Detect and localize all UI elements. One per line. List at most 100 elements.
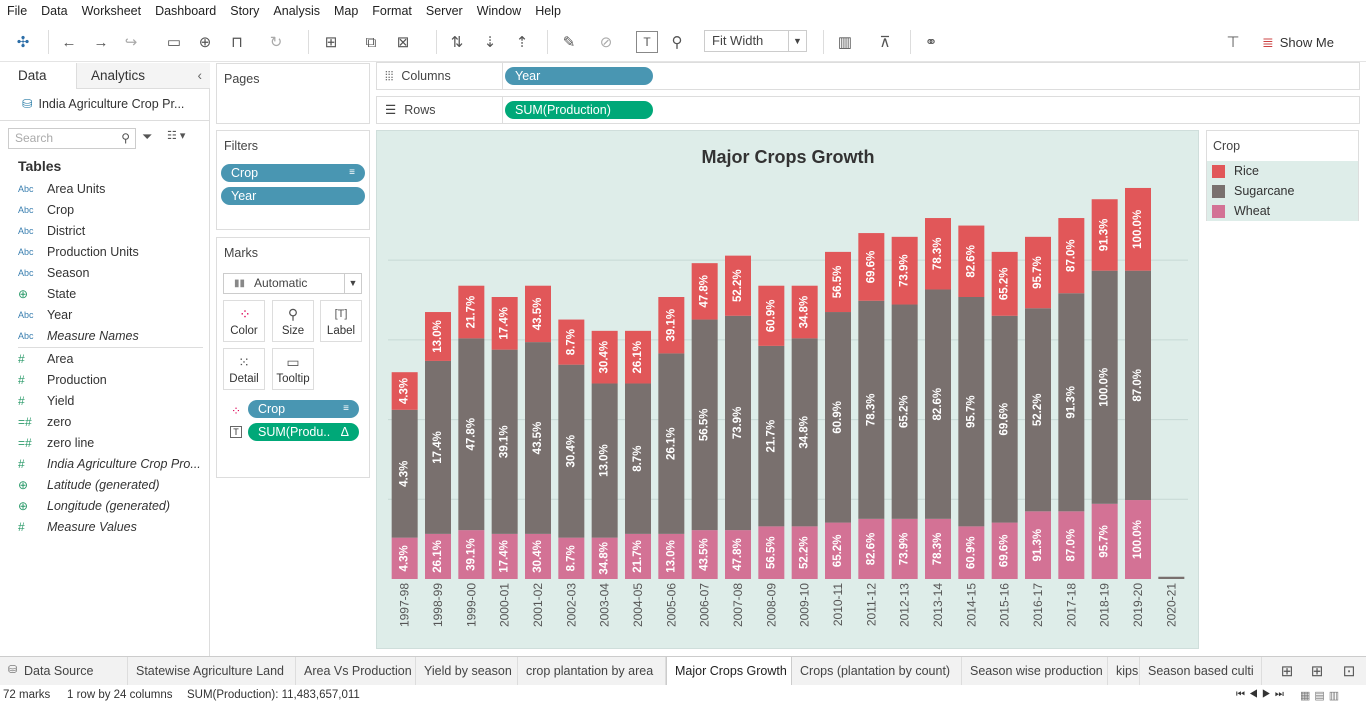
- field-measure-names[interactable]: Abc Measure Names: [18, 326, 139, 346]
- sort-ascending-icon[interactable]: ⇣: [479, 31, 501, 53]
- menu-server[interactable]: Server: [419, 0, 470, 22]
- tab-analytics[interactable]: Analytics ‹: [76, 63, 210, 89]
- filter-pill-year[interactable]: Year: [221, 187, 365, 205]
- mark-type-dropdown[interactable]: ▮▮ Automatic ▼: [223, 273, 362, 294]
- new-dashboard-tab-icon[interactable]: ⊞: [1306, 660, 1328, 682]
- menu-format[interactable]: Format: [365, 0, 419, 22]
- new-story-tab-icon[interactable]: ⊡: [1338, 660, 1360, 682]
- sheet-tab[interactable]: crop plantation by area: [518, 657, 666, 685]
- sheet-tab[interactable]: kips: [1108, 657, 1140, 685]
- menu-help[interactable]: Help: [528, 0, 568, 22]
- field-zero[interactable]: =# zero: [18, 412, 71, 432]
- new-worksheet-icon[interactable]: ⊞: [320, 31, 342, 53]
- size-button[interactable]: ⚲ Size: [272, 300, 314, 342]
- field-crop[interactable]: Abc Crop: [18, 200, 74, 220]
- label-button[interactable]: [T] Label: [320, 300, 362, 342]
- show-me-button[interactable]: ≣ Show Me: [1262, 31, 1334, 53]
- sheet-navigation-icon[interactable]: ⏮◀▶⏭: [1236, 689, 1288, 700]
- bar-label: 4.3%: [399, 545, 411, 571]
- bar-sugarcane[interactable]: [1158, 576, 1185, 579]
- search-input[interactable]: Search ⚲: [8, 128, 136, 149]
- bar-label: 13.0%: [599, 444, 611, 477]
- field-latitude-generated[interactable]: ⊕ Latitude (generated): [18, 475, 160, 495]
- view-options-icon[interactable]: ☷ ▾: [167, 129, 185, 142]
- sheet-tab[interactable]: Yield by season: [416, 657, 518, 685]
- collapse-icon[interactable]: ‹: [198, 63, 203, 89]
- pause-updates-icon[interactable]: ⊓: [226, 31, 248, 53]
- menu-file[interactable]: File: [0, 0, 34, 22]
- detail-button[interactable]: ⁙ Detail: [223, 348, 265, 390]
- menu-map[interactable]: Map: [327, 0, 365, 22]
- rows-pill-sum-production[interactable]: SUM(Production): [505, 101, 653, 119]
- new-datasource-icon[interactable]: ⊕: [194, 31, 216, 53]
- marks-pill-sum-production[interactable]: SUM(Produ.. Δ: [248, 423, 359, 441]
- pages-card[interactable]: Pages: [216, 63, 370, 124]
- menu-window[interactable]: Window: [470, 0, 528, 22]
- swap-icon[interactable]: ⇅: [446, 31, 468, 53]
- datasource-item[interactable]: ⛁ India Agriculture Crop Pr...: [22, 96, 184, 112]
- bar-label: 91.3%: [1032, 529, 1044, 562]
- legend-item-sugarcane[interactable]: Sugarcane: [1207, 181, 1358, 201]
- cards-icon[interactable]: ▥: [834, 31, 856, 53]
- tooltip-button[interactable]: ▭ Tooltip: [272, 348, 314, 390]
- field-yield[interactable]: # Yield: [18, 391, 74, 411]
- field-season[interactable]: Abc Season: [18, 263, 89, 283]
- sheet-tab[interactable]: Season wise production: [962, 657, 1108, 685]
- presentation-icon[interactable]: ⊼: [874, 31, 896, 53]
- legend-item-wheat[interactable]: Wheat: [1207, 201, 1358, 221]
- filter-icon[interactable]: ⏷: [142, 129, 152, 145]
- sheet-view-icons[interactable]: ▦▤▥: [1300, 689, 1343, 702]
- tableau-logo-icon[interactable]: ✣: [12, 31, 34, 53]
- clear-sheet-icon[interactable]: ⊠: [392, 31, 414, 53]
- paint-roller-icon[interactable]: ⊤: [1222, 31, 1244, 53]
- field-zero-line[interactable]: =# zero line: [18, 433, 94, 453]
- refresh-icon[interactable]: ↻: [265, 31, 287, 53]
- replay-icon[interactable]: ↪: [120, 31, 142, 53]
- tab-data-source[interactable]: Data Source: [16, 657, 128, 685]
- field-state[interactable]: ⊕ State: [18, 284, 76, 304]
- field-area-units[interactable]: Abc Area Units: [18, 179, 105, 199]
- sheet-tab[interactable]: Season based culti: [1140, 657, 1262, 685]
- group-icon[interactable]: ⊘: [595, 31, 617, 53]
- menu-worksheet[interactable]: Worksheet: [75, 0, 149, 22]
- duplicate-icon[interactable]: ⧉: [360, 31, 382, 53]
- undo-icon[interactable]: ←: [58, 31, 80, 53]
- field-india-agriculture-crop-pro[interactable]: # India Agriculture Crop Pro...: [18, 454, 201, 474]
- sheet-tab[interactable]: Major Crops Growth: [666, 657, 792, 685]
- menu-story[interactable]: Story: [223, 0, 266, 22]
- chart-view[interactable]: Major Crops Growth 4.3% 4.3% 4.3% 1997-98 26.…: [376, 130, 1199, 649]
- highlight-icon[interactable]: ✎: [558, 31, 580, 53]
- field-production[interactable]: # Production: [18, 370, 107, 390]
- pin-icon[interactable]: ⚲: [666, 31, 688, 53]
- sheet-tab[interactable]: Crops (plantation by count): [792, 657, 962, 685]
- save-icon[interactable]: ▭: [163, 31, 185, 53]
- field-year[interactable]: Abc Year: [18, 305, 72, 325]
- field-measure-values[interactable]: # Measure Values: [18, 517, 137, 537]
- menu-dashboard[interactable]: Dashboard: [148, 0, 223, 22]
- field-district[interactable]: Abc District: [18, 221, 85, 241]
- fit-dropdown[interactable]: Fit Width ▼: [704, 30, 807, 52]
- share-icon[interactable]: ⚭: [920, 31, 942, 53]
- bar-label: 21.7%: [465, 296, 477, 329]
- x-tick-label: 2014-15: [964, 583, 978, 627]
- marks-pill-crop[interactable]: Crop ≡: [248, 400, 359, 418]
- legend-item-rice[interactable]: Rice: [1207, 161, 1358, 181]
- stacked-bar-chart[interactable]: Major Crops Growth 4.3% 4.3% 4.3% 1997-98 26.…: [377, 131, 1200, 650]
- bar-label: 8.7%: [565, 545, 577, 571]
- field-production-units[interactable]: Abc Production Units: [18, 242, 139, 262]
- new-worksheet-tab-icon[interactable]: ⊞: [1276, 660, 1298, 682]
- redo-icon[interactable]: →: [90, 31, 112, 53]
- sheet-tab[interactable]: Area Vs Production: [296, 657, 416, 685]
- color-button[interactable]: ⁘ Color: [223, 300, 265, 342]
- tab-data[interactable]: Data: [0, 63, 76, 89]
- sort-descending-icon[interactable]: ⇡: [511, 31, 533, 53]
- show-labels-icon[interactable]: T: [636, 31, 658, 53]
- field-area[interactable]: # Area: [18, 349, 73, 369]
- sheet-tab[interactable]: Statewise Agriculture Land: [128, 657, 296, 685]
- columns-pill-year[interactable]: Year: [505, 67, 653, 85]
- filter-pill-crop[interactable]: Crop ≡: [221, 164, 365, 182]
- field-longitude-generated[interactable]: ⊕ Longitude (generated): [18, 496, 170, 516]
- menu-analysis[interactable]: Analysis: [266, 0, 327, 22]
- bar-label: 100.0%: [1132, 520, 1144, 559]
- menu-data[interactable]: Data: [34, 0, 74, 22]
